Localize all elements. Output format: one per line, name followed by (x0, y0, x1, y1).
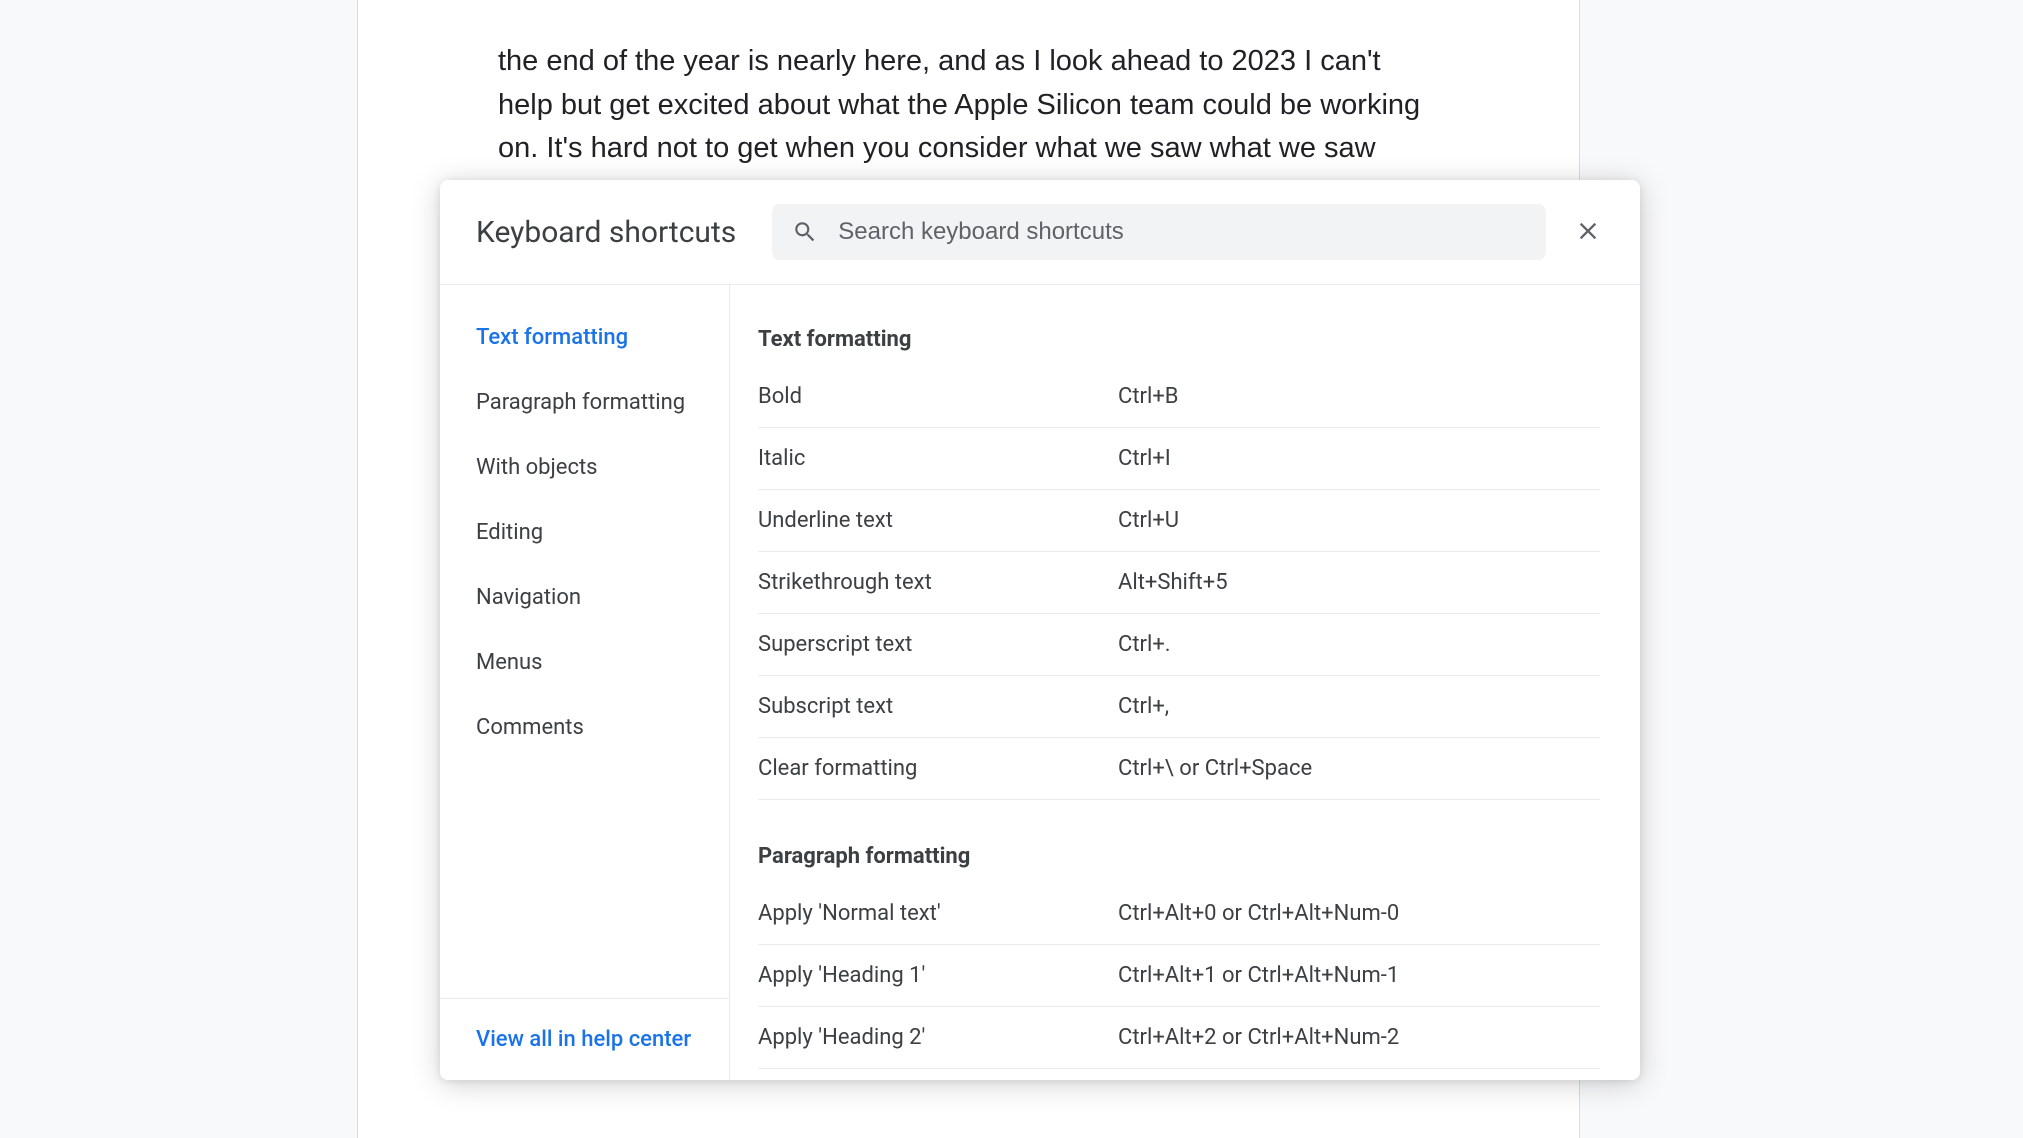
close-icon (1574, 217, 1602, 248)
shortcut-action: Subscript text (758, 694, 1118, 719)
help-center-link[interactable]: View all in help center (476, 1027, 691, 1052)
shortcut-key: Ctrl+Alt+0 or Ctrl+Alt+Num-0 (1118, 901, 1600, 926)
shortcut-key: Ctrl+\ or Ctrl+Space (1118, 756, 1600, 781)
section-title: Paragraph formatting (758, 830, 1600, 883)
shortcut-row: Subscript textCtrl+, (758, 676, 1600, 738)
shortcut-action: Superscript text (758, 632, 1118, 657)
shortcut-row: ItalicCtrl+I (758, 428, 1600, 490)
shortcut-key: Ctrl+. (1118, 632, 1600, 657)
sidebar: Text formattingParagraph formattingWith … (440, 285, 730, 1080)
sidebar-item-paragraph-formatting[interactable]: Paragraph formatting (440, 370, 729, 435)
shortcut-key: Ctrl+Alt+2 or Ctrl+Alt+Num-2 (1118, 1025, 1600, 1050)
close-button[interactable] (1564, 207, 1612, 258)
shortcut-action: Clear formatting (758, 756, 1118, 781)
shortcut-action: Italic (758, 446, 1118, 471)
shortcut-row: Apply 'Heading 1'Ctrl+Alt+1 or Ctrl+Alt+… (758, 945, 1600, 1007)
section-gap (758, 800, 1600, 830)
shortcut-row: Apply 'Heading 3'Ctrl+Alt+3 or Ctrl+Alt+… (758, 1069, 1600, 1080)
section-title: Text formatting (758, 313, 1600, 366)
search-input[interactable] (838, 218, 1526, 246)
sidebar-item-menus[interactable]: Menus (440, 630, 729, 695)
sidebar-item-navigation[interactable]: Navigation (440, 565, 729, 630)
sidebar-item-editing[interactable]: Editing (440, 500, 729, 565)
shortcut-action: Strikethrough text (758, 570, 1118, 595)
shortcut-action: Underline text (758, 508, 1118, 533)
sidebar-item-text-formatting[interactable]: Text formatting (440, 305, 729, 370)
sidebar-item-comments[interactable]: Comments (440, 695, 729, 760)
search-box[interactable] (772, 204, 1546, 260)
search-icon (792, 219, 818, 245)
shortcut-row: Clear formattingCtrl+\ or Ctrl+Space (758, 738, 1600, 800)
shortcut-row: Strikethrough textAlt+Shift+5 (758, 552, 1600, 614)
dialog-body: Text formattingParagraph formattingWith … (440, 285, 1640, 1080)
sidebar-footer: View all in help center (440, 998, 729, 1080)
shortcut-key: Alt+Shift+5 (1118, 570, 1600, 595)
shortcut-row: Superscript textCtrl+. (758, 614, 1600, 676)
shortcut-key: Ctrl+B (1118, 384, 1600, 409)
shortcut-row: BoldCtrl+B (758, 366, 1600, 428)
shortcut-action: Bold (758, 384, 1118, 409)
shortcut-row: Underline textCtrl+U (758, 490, 1600, 552)
dialog-title: Keyboard shortcuts (476, 215, 736, 250)
shortcut-row: Apply 'Normal text'Ctrl+Alt+0 or Ctrl+Al… (758, 883, 1600, 945)
shortcut-key: Ctrl+, (1118, 694, 1600, 719)
sidebar-item-with-objects[interactable]: With objects (440, 435, 729, 500)
sidebar-items: Text formattingParagraph formattingWith … (440, 305, 729, 998)
shortcut-key: Ctrl+Alt+1 or Ctrl+Alt+Num-1 (1118, 963, 1600, 988)
shortcut-key: Ctrl+I (1118, 446, 1600, 471)
shortcut-key: Ctrl+U (1118, 508, 1600, 533)
shortcut-action: Apply 'Heading 2' (758, 1025, 1118, 1050)
keyboard-shortcuts-dialog: Keyboard shortcuts Text formattingParagr… (440, 180, 1640, 1080)
shortcut-action: Apply 'Normal text' (758, 901, 1118, 926)
shortcut-row: Apply 'Heading 2'Ctrl+Alt+2 or Ctrl+Alt+… (758, 1007, 1600, 1069)
shortcut-action: Apply 'Heading 1' (758, 963, 1118, 988)
shortcuts-content[interactable]: Text formattingBoldCtrl+BItalicCtrl+IUnd… (730, 285, 1640, 1080)
dialog-header: Keyboard shortcuts (440, 180, 1640, 285)
